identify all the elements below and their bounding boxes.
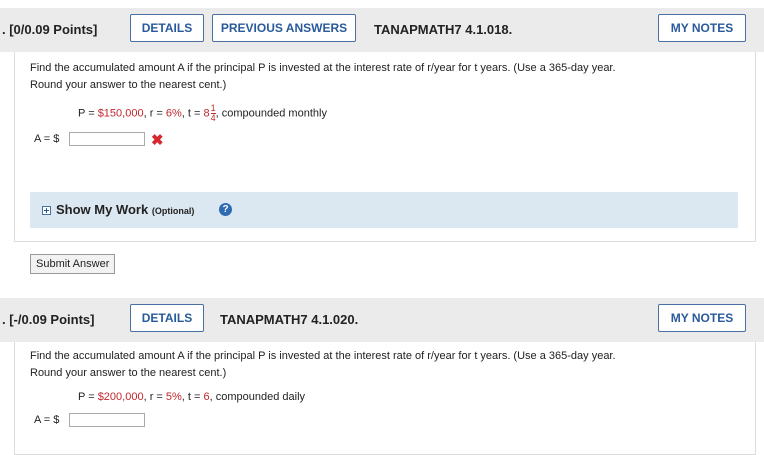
help-icon[interactable]: ? bbox=[219, 203, 232, 216]
my-notes-button-2[interactable]: MY NOTES bbox=[658, 304, 746, 332]
question-1-given-values: P = $150,000, r = 6%, t = 814, compounde… bbox=[78, 104, 327, 123]
expand-plus-icon[interactable] bbox=[42, 206, 51, 215]
t-whole: 8 bbox=[203, 107, 210, 120]
question-1-text-line1: Find the accumulated amount A if the pri… bbox=[30, 62, 616, 74]
optional-text: (Optional) bbox=[151, 206, 195, 216]
question-2-text-line1: Find the accumulated amount A if the pri… bbox=[30, 350, 616, 362]
question-2-points: . [-/0.09 Points] bbox=[2, 312, 95, 327]
show-my-work-label[interactable]: Show My Work (Optional) bbox=[56, 202, 194, 217]
p-label-2: P = bbox=[78, 391, 98, 403]
p-label: P = bbox=[78, 107, 98, 120]
show-my-work-bar[interactable]: Show My Work (Optional) ? bbox=[30, 192, 738, 228]
details-button-2[interactable]: DETAILS bbox=[130, 304, 204, 332]
t-label-2: , t = bbox=[181, 391, 204, 403]
answer-label: A = $ bbox=[34, 133, 60, 145]
r-value-2: 5% bbox=[165, 391, 182, 403]
question-1-points: . [0/0.09 Points] bbox=[2, 22, 98, 37]
answer-input[interactable] bbox=[69, 132, 145, 146]
question-1-text-line2: Round your answer to the nearest cent.) bbox=[30, 79, 227, 91]
my-notes-button[interactable]: MY NOTES bbox=[658, 14, 746, 42]
question-2-header: . [-/0.09 Points] DETAILS TANAPMATH7 4.1… bbox=[0, 298, 764, 342]
r-label-2: , r = bbox=[143, 391, 166, 403]
r-label: , r = bbox=[143, 107, 166, 120]
t-label: , t = bbox=[181, 107, 204, 120]
compound-text-2: , compounded daily bbox=[209, 391, 306, 403]
question-1-title: TANAPMATH7 4.1.018. bbox=[374, 22, 513, 37]
question-1-header: . [0/0.09 Points] DETAILS PREVIOUS ANSWE… bbox=[0, 8, 764, 52]
previous-answers-button[interactable]: PREVIOUS ANSWERS bbox=[212, 14, 356, 42]
incorrect-x-icon: ✖ bbox=[151, 132, 164, 149]
show-my-work-text: Show My Work bbox=[56, 202, 149, 217]
question-2-text-line2: Round your answer to the nearest cent.) bbox=[30, 367, 227, 379]
p-value: $150,000 bbox=[97, 107, 144, 120]
question-2-given-values: P = $200,000, r = 5%, t = 6, compounded … bbox=[78, 391, 305, 403]
compound-text: , compounded monthly bbox=[215, 107, 327, 120]
r-value: 6% bbox=[165, 107, 182, 120]
submit-answer-button[interactable]: Submit Answer bbox=[30, 254, 116, 274]
question-2-title: TANAPMATH7 4.1.020. bbox=[220, 312, 359, 327]
answer-input-2[interactable] bbox=[69, 413, 145, 427]
details-button[interactable]: DETAILS bbox=[130, 14, 204, 42]
p-value-2: $200,000 bbox=[97, 391, 144, 403]
answer-label-2: A = $ bbox=[34, 414, 60, 426]
